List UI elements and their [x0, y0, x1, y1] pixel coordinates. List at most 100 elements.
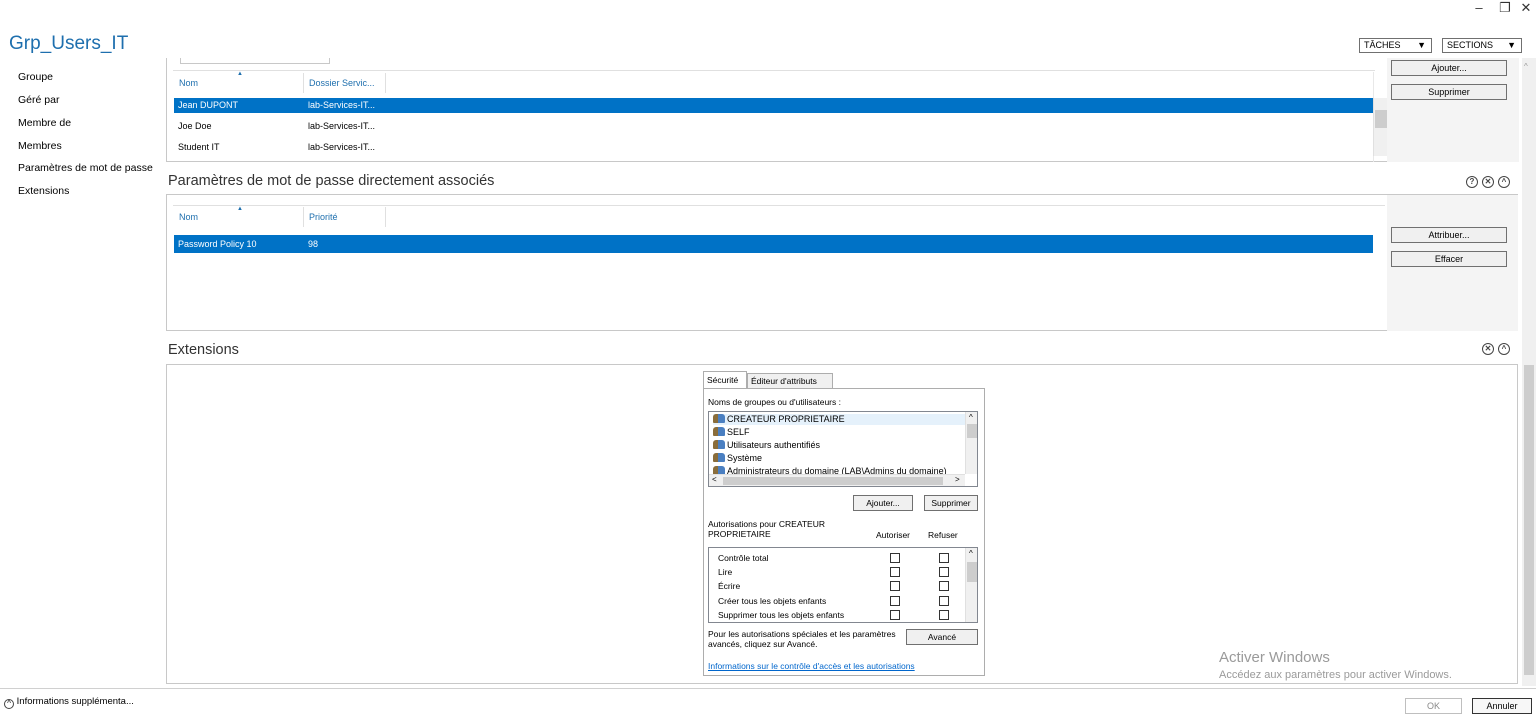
users-hscrollbar[interactable]: < > [709, 474, 965, 486]
advanced-hint: Pour les autorisations spéciales et les … [708, 629, 896, 649]
close-window-button[interactable]: ✕ [1516, 0, 1536, 16]
sections-button[interactable]: SECTIONS ▼ [1442, 38, 1522, 53]
nav-item-membres[interactable]: Membres [18, 140, 62, 152]
table-row[interactable]: Student IT lab-Services-IT... [174, 140, 1373, 155]
more-info-label: Informations supplémenta... [16, 696, 134, 707]
extensions-section-title: Extensions [168, 342, 239, 358]
tasks-button[interactable]: TÂCHES ▼ [1359, 38, 1432, 53]
member-name: Student IT [178, 142, 220, 152]
scroll-up-icon[interactable]: ^ [1524, 62, 1528, 71]
user-name: CREATEUR PROPRIETAIRE [727, 414, 845, 424]
deny-checkbox[interactable] [939, 581, 949, 591]
scroll-up-icon[interactable]: ^ [969, 413, 973, 422]
list-item[interactable]: CREATEUR PROPRIETAIRE [713, 414, 965, 425]
member-name: Jean DUPONT [178, 100, 239, 110]
collapse-icon[interactable]: ^ [1498, 176, 1510, 188]
permission-label: Créer tous les objets enfants [718, 596, 827, 606]
member-folder: lab-Services-IT... [308, 100, 376, 110]
tab-securite[interactable]: Sécurité [703, 371, 747, 389]
nav-item-groupe[interactable]: Groupe [18, 71, 53, 83]
members-scrollbar[interactable] [1373, 98, 1387, 156]
expand-icon: ^ [4, 699, 14, 709]
page-title: Grp_Users_IT [9, 33, 129, 54]
member-folder: lab-Services-IT... [308, 121, 376, 131]
table-row[interactable]: Joe Doe lab-Services-IT... [174, 119, 1373, 134]
dialog-remove-button[interactable]: Supprimer [924, 495, 978, 511]
clear-policy-button[interactable]: Effacer [1391, 251, 1507, 267]
users-listbox[interactable]: CREATEUR PROPRIETAIRE SELF Utilisateurs … [708, 411, 978, 487]
members-filter-box[interactable] [180, 58, 330, 64]
dialog-add-button[interactable]: Ajouter... [853, 495, 913, 511]
close-section-icon[interactable]: ✕ [1482, 343, 1494, 355]
remove-member-button[interactable]: Supprimer [1391, 84, 1507, 100]
deny-checkbox[interactable] [939, 553, 949, 563]
permission-label: Écrire [718, 581, 741, 591]
table-row[interactable]: Jean DUPONT lab-Services-IT... [174, 98, 1373, 113]
permission-label: Lire [718, 567, 733, 577]
member-folder: lab-Services-IT... [308, 142, 376, 152]
collapse-icon[interactable]: ^ [1498, 343, 1510, 355]
access-control-info-link[interactable]: Informations sur le contrôle d'accès et … [708, 661, 915, 671]
password-section: ▲ Nom Priorité Password Policy 10 98 Att… [166, 194, 1518, 331]
activation-watermark-title: Activer Windows [1219, 649, 1330, 666]
allow-column-label: Autoriser [876, 530, 911, 540]
column-header-priorite[interactable]: Priorité [309, 212, 338, 222]
security-panel: Noms de groupes ou d'utilisateurs : CREA… [703, 388, 985, 676]
scroll-right-icon[interactable]: > [955, 475, 960, 484]
chevron-down-icon: ▼ [1417, 40, 1426, 50]
column-header-dossier[interactable]: Dossier Servic... [309, 78, 375, 88]
more-info-toggle[interactable]: ^ Informations supplémenta... [4, 696, 134, 709]
activation-watermark-text: Accédez aux paramètres pour activer Wind… [1219, 669, 1452, 681]
scroll-up-icon[interactable]: ^ [969, 549, 973, 558]
nav-item-extensions[interactable]: Extensions [18, 185, 69, 197]
allow-checkbox[interactable] [890, 553, 900, 563]
permissions-scrollbar[interactable]: ^ [965, 548, 977, 622]
group-icon [713, 453, 725, 462]
advanced-button[interactable]: Avancé [906, 629, 978, 645]
users-vscrollbar[interactable]: ^ [965, 412, 977, 474]
table-row[interactable]: Password Policy 10 98 [174, 235, 1373, 253]
add-member-button[interactable]: Ajouter... [1391, 60, 1507, 76]
main-scrollbar-thumb[interactable] [1524, 365, 1534, 675]
cancel-button[interactable]: Annuler [1472, 698, 1532, 714]
members-section: ▲ Nom Dossier Servic... Jean DUPONT lab-… [166, 58, 1519, 162]
policy-priority: 98 [308, 239, 319, 249]
ok-button[interactable]: OK [1405, 698, 1462, 714]
password-section-title: Paramètres de mot de passe directement a… [168, 173, 495, 189]
groups-label: Noms de groupes ou d'utilisateurs : [708, 397, 841, 407]
user-name: Système [727, 453, 763, 463]
list-item[interactable]: Utilisateurs authentifiés [713, 440, 820, 450]
allow-checkbox[interactable] [890, 610, 900, 620]
nav-item-membre-de[interactable]: Membre de [18, 117, 71, 129]
chevron-down-icon: ▼ [1507, 40, 1516, 50]
nav-item-password-settings[interactable]: Paramètres de mot de passe [18, 162, 153, 174]
close-section-icon[interactable]: ✕ [1482, 176, 1494, 188]
list-item[interactable]: Système [713, 453, 762, 463]
group-icon [713, 427, 725, 436]
allow-checkbox[interactable] [890, 581, 900, 591]
help-icon[interactable]: ? [1466, 176, 1478, 188]
group-icon [713, 440, 725, 449]
member-name: Joe Doe [178, 121, 212, 131]
deny-checkbox[interactable] [939, 596, 949, 606]
user-name: Utilisateurs authentifiés [727, 440, 821, 450]
assign-policy-button[interactable]: Attribuer... [1391, 227, 1507, 243]
sections-label: SECTIONS [1447, 40, 1494, 50]
tab-editeur-attributs[interactable]: Éditeur d'attributs [747, 373, 833, 389]
allow-checkbox[interactable] [890, 567, 900, 577]
deny-checkbox[interactable] [939, 567, 949, 577]
policy-name: Password Policy 10 [178, 239, 257, 249]
group-icon [713, 414, 725, 423]
nav-item-gere-par[interactable]: Géré par [18, 94, 59, 106]
list-item[interactable]: SELF [713, 427, 750, 437]
sort-ascending-icon: ▲ [237, 206, 243, 212]
allow-checkbox[interactable] [890, 596, 900, 606]
main-scrollbar[interactable]: ^ [1522, 58, 1536, 686]
deny-checkbox[interactable] [939, 610, 949, 620]
scroll-left-icon[interactable]: < [712, 475, 717, 484]
permissions-for-label: Autorisations pour CREATEUR PROPRIETAIRE [708, 519, 825, 539]
column-header-nom[interactable]: Nom [179, 78, 198, 88]
column-header-nom[interactable]: Nom [179, 212, 198, 222]
deny-column-label: Refuser [928, 530, 958, 540]
sort-ascending-icon: ▲ [237, 71, 243, 77]
